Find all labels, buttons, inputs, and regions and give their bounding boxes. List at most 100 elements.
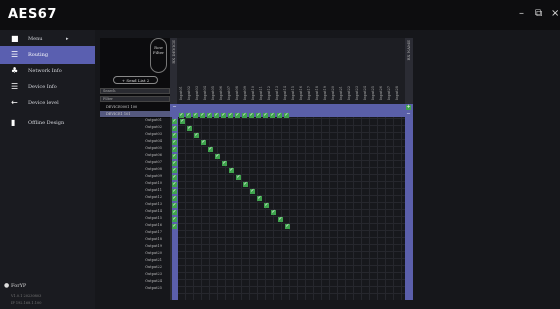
route-check-icon[interactable]: ✓ — [229, 168, 234, 173]
title-bar: AES67 – ⧉ × — [0, 0, 560, 30]
route-check-icon[interactable]: ✓ — [214, 113, 219, 118]
about-link[interactable]: ForYP — [11, 283, 26, 289]
rx-device-name: RX NAME — [406, 40, 411, 61]
output-label: Output24 — [145, 279, 162, 283]
route-check-icon[interactable]: ✓ — [270, 113, 275, 118]
route-check-icon[interactable]: ✓ — [243, 182, 248, 187]
arrow-left-icon: ← — [11, 98, 18, 107]
route-check-icon[interactable]: ✓ — [172, 147, 177, 152]
channel-header: Input05 — [211, 86, 215, 100]
route-check-icon[interactable]: ✓ — [186, 113, 191, 118]
channel-header: Input27 — [387, 86, 391, 100]
expand-icon[interactable]: + — [406, 105, 411, 110]
route-check-icon[interactable]: ✓ — [172, 182, 177, 187]
channel-header: Input25 — [371, 86, 375, 100]
channel-header: Input15 — [291, 86, 295, 100]
route-check-icon[interactable]: ✓ — [200, 113, 205, 118]
route-check-icon[interactable]: ✓ — [277, 113, 282, 118]
route-check-icon[interactable]: ✓ — [172, 175, 177, 180]
output-label: Output10 — [145, 181, 162, 185]
output-label: Output21 — [145, 258, 162, 262]
device-info-icon: ☰ — [11, 82, 19, 91]
row-filter-toggle[interactable]: Row Filter — [150, 38, 167, 73]
channel-header: Input04 — [203, 86, 207, 100]
collapse-icon[interactable]: − — [172, 105, 177, 110]
route-check-icon[interactable]: ✓ — [172, 189, 177, 194]
output-label: Output14 — [145, 209, 162, 213]
design-icon: ▮ — [11, 118, 16, 127]
route-check-icon[interactable]: ✓ — [249, 113, 254, 118]
app-logo: AES67 — [8, 7, 57, 22]
sidebar-item-label: Device level — [28, 100, 59, 106]
route-check-icon[interactable]: ✓ — [172, 154, 177, 159]
route-check-icon[interactable]: ✓ — [207, 113, 212, 118]
channel-header: Input11 — [259, 86, 263, 100]
close-button[interactable]: × — [551, 8, 559, 19]
route-check-icon[interactable]: ✓ — [271, 210, 276, 215]
route-check-icon[interactable]: ✓ — [250, 189, 255, 194]
filter-input[interactable]: Filter — [100, 96, 170, 102]
output-label: Output06 — [145, 153, 162, 157]
network-icon: ♣ — [11, 66, 19, 75]
route-check-icon[interactable]: ✓ — [172, 119, 177, 124]
route-check-icon[interactable]: ✓ — [257, 196, 262, 201]
route-check-icon[interactable]: ✓ — [222, 161, 227, 166]
sidebar-item-label: Device Info — [28, 84, 57, 90]
route-check-icon[interactable]: ✓ — [172, 140, 177, 145]
output-label: Output12 — [145, 195, 162, 199]
output-label: Output22 — [145, 265, 162, 269]
routing-grid[interactable] — [177, 104, 405, 300]
route-check-icon[interactable]: ✓ — [172, 210, 177, 215]
minimize-button[interactable]: – — [519, 8, 524, 19]
route-check-icon[interactable]: ✓ — [172, 217, 177, 222]
route-check-icon[interactable]: ✓ — [172, 161, 177, 166]
channel-header: Input06 — [219, 86, 223, 100]
route-check-icon[interactable]: ✓ — [187, 126, 192, 131]
sidebar-item-device-level[interactable]: ← Device level — [0, 94, 95, 112]
search-input[interactable]: Search — [100, 88, 170, 94]
route-check-icon[interactable]: ✓ — [172, 126, 177, 131]
route-check-icon[interactable]: ✓ — [208, 147, 213, 152]
output-label: Output19 — [145, 244, 162, 248]
output-label: Output09 — [145, 174, 162, 178]
output-label: Output15 — [145, 216, 162, 220]
route-check-icon[interactable]: ✓ — [194, 133, 199, 138]
channel-header: Input19 — [323, 86, 327, 100]
output-label: Output13 — [145, 202, 162, 206]
route-check-icon[interactable]: ✓ — [172, 203, 177, 208]
route-check-icon[interactable]: ✓ — [242, 113, 247, 118]
rx-group-column — [405, 117, 413, 300]
route-check-icon[interactable]: ✓ — [263, 113, 268, 118]
tx-device-name: RX DEVICE — [171, 40, 176, 64]
route-check-icon[interactable]: ✓ — [172, 168, 177, 173]
channel-header: Input20 — [331, 86, 335, 100]
route-check-icon[interactable]: ✓ — [284, 113, 289, 118]
chevron-right-icon: ▸ — [66, 36, 69, 42]
channel-header: Input26 — [379, 86, 383, 100]
route-check-icon[interactable]: ✓ — [172, 224, 177, 229]
output-label: Output02 — [145, 125, 162, 129]
route-check-icon[interactable]: ✓ — [264, 203, 269, 208]
device-row[interactable]: DEVICE0001 100 — [100, 104, 170, 110]
route-check-icon[interactable]: ✓ — [215, 154, 220, 159]
route-check-icon[interactable]: ✓ — [256, 113, 261, 118]
route-check-icon[interactable]: ✓ — [180, 119, 185, 124]
channel-header: Input14 — [283, 86, 287, 100]
route-check-icon[interactable]: ✓ — [201, 140, 206, 145]
route-check-icon[interactable]: ✓ — [235, 113, 240, 118]
channel-header: Input21 — [339, 86, 343, 100]
route-check-icon[interactable]: ✓ — [221, 113, 226, 118]
route-check-icon[interactable]: ✓ — [193, 113, 198, 118]
channel-header: Input16 — [299, 86, 303, 100]
sidebar-item-offline-design[interactable]: ▮ Offline Design — [0, 114, 95, 132]
maximize-button[interactable]: ⧉ — [535, 8, 542, 19]
route-check-icon[interactable]: ✓ — [278, 217, 283, 222]
route-check-icon[interactable]: ✓ — [228, 113, 233, 118]
route-check-icon[interactable]: ✓ — [172, 196, 177, 201]
channel-header: Input08 — [235, 86, 239, 100]
route-check-icon[interactable]: ✓ — [285, 224, 290, 229]
route-check-icon[interactable]: ✓ — [236, 175, 241, 180]
channel-header: Input10 — [251, 86, 255, 100]
send-list-button[interactable]: + Send List 2 — [113, 76, 158, 84]
route-check-icon[interactable]: ✓ — [172, 133, 177, 138]
